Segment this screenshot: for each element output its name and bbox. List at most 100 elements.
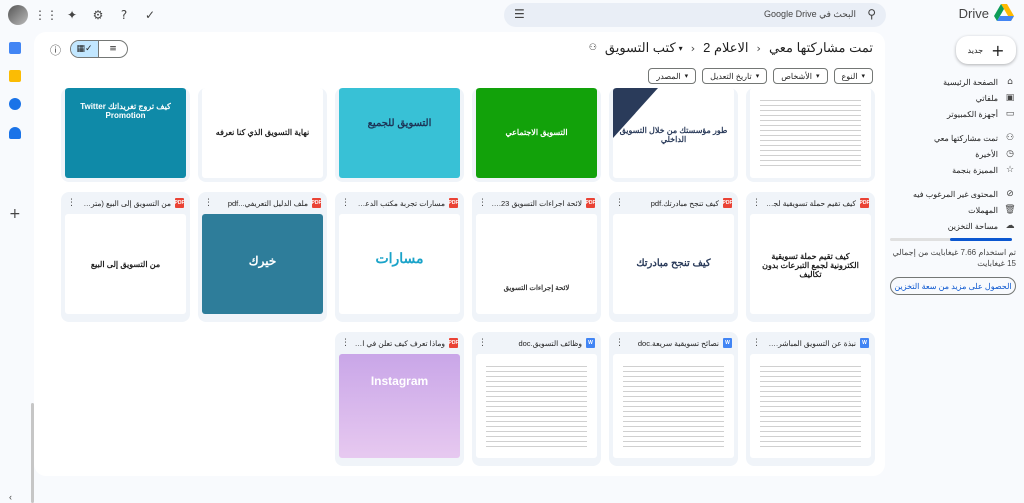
more-options-icon[interactable]: ⋮	[752, 338, 761, 348]
left-rail: + ‹	[0, 30, 34, 503]
filter-people[interactable]: الأشخاص ▾	[773, 68, 828, 84]
file-card[interactable]: W نصائح تسويقية سريعة.doc ⋮	[609, 332, 738, 466]
filter-people-label: الأشخاص	[781, 71, 812, 81]
file-card[interactable]: PDFلائحة اجراءات التسويق 23.pdf ⋮ لائحة إ…	[472, 192, 601, 322]
gear-icon[interactable]: ⚙	[90, 7, 106, 23]
file-card[interactable]: كيف تروج تغريداتك Twitter Promotion	[61, 88, 190, 182]
brand[interactable]: Drive	[959, 4, 1014, 22]
file-card[interactable]: PDF كيف تنجح مبادرتك.pdf ⋮ كيف تنجح مبادرت…	[609, 192, 738, 322]
file-title: وظائف التسويق.doc	[518, 338, 582, 348]
more-options-icon[interactable]: ⋮	[478, 338, 487, 348]
collapse-panel-icon[interactable]: ‹	[9, 492, 12, 502]
thumbnail-text: مسارات	[375, 250, 424, 266]
more-options-icon[interactable]: ⋮	[478, 198, 487, 208]
star-icon: ☆	[1005, 165, 1015, 175]
search-input[interactable]: البحث في Google Drive	[764, 9, 856, 20]
contacts-icon[interactable]	[9, 127, 21, 139]
sidebar-item-label: الصفحة الرئيسية	[943, 77, 998, 87]
more-options-icon[interactable]: ⋮	[752, 198, 761, 208]
file-thumbnail: Instagram	[339, 354, 460, 458]
avatar[interactable]	[8, 5, 28, 25]
file-title: كيف تنجح مبادرتك.pdf	[650, 198, 719, 208]
view-toggle[interactable]: ▦✓ ≡	[70, 40, 128, 58]
word-doc-icon: W	[723, 338, 732, 348]
document-lines	[486, 366, 587, 450]
breadcrumb-current[interactable]: كتب التسويق ▾	[605, 40, 683, 56]
tasks-icon[interactable]	[9, 98, 21, 110]
sidebar-item-my-drive[interactable]: ملفاتي ▣	[890, 90, 1016, 106]
brand-name: Drive	[958, 5, 989, 21]
more-options-icon[interactable]: ⋮	[67, 198, 76, 208]
file-title: ملف الدليل التعريفي...pdf	[227, 198, 308, 208]
keep-icon[interactable]	[9, 70, 21, 82]
sidebar-nav: الصفحة الرئيسية ⌂ ملفاتي ▣ أجهزة الكمبيوتر…	[890, 74, 1016, 295]
sidebar-item-recent[interactable]: الأخيرة ◷	[890, 146, 1016, 162]
more-options-icon[interactable]: ⋮	[341, 198, 350, 208]
gemini-icon[interactable]: ✦	[64, 7, 80, 23]
file-title: من التسويق إلى البيع (مترجم).pdf	[80, 198, 171, 208]
search-bar[interactable]: ☰ البحث في Google Drive ⚲	[504, 3, 886, 27]
sidebar-item-computers[interactable]: أجهزة الكمبيوتر ▭	[890, 106, 1016, 122]
cloud-icon: ☁	[1005, 221, 1015, 231]
storage-bar-fill	[949, 238, 1012, 241]
search-icon[interactable]: ⚲	[867, 7, 876, 21]
sidebar-item-home[interactable]: الصفحة الرئيسية ⌂	[890, 74, 1016, 90]
sidebar-item-label: تمت مشاركتها معي	[933, 133, 998, 143]
new-button[interactable]: + جديد	[956, 36, 1016, 64]
file-card[interactable]: PDF كيف تقيم حملة تسويقية لجذب... ⋮ كيف تق…	[746, 192, 875, 322]
file-card[interactable]: PDFمن التسويق إلى البيع (مترجم).pdf ⋮ من …	[61, 192, 190, 322]
apps-grid-icon[interactable]: ⋮⋮	[34, 7, 58, 23]
caret-down-icon: ▾	[861, 73, 865, 80]
more-options-icon[interactable]: ⋮	[615, 198, 624, 208]
filter-source[interactable]: المصدر ▾	[648, 68, 697, 84]
file-title: نصائح تسويقية سريعة.doc	[637, 338, 719, 348]
file-card[interactable]: التسويق للجميع	[335, 88, 464, 182]
file-card[interactable]: PDF ملف الدليل التعريفي...pdf ⋮ خيرك	[198, 192, 327, 322]
file-card[interactable]: نهاية التسويق الذي كنا نعرفه	[198, 88, 327, 182]
file-card[interactable]: PDF مسارات تجربة مكتب الدعوة... ⋮ مسارات	[335, 192, 464, 322]
file-thumbnail: كيف تروج تغريداتك Twitter Promotion	[65, 88, 186, 178]
sidebar-item-shared[interactable]: تمت مشاركتها معي ⚇	[890, 130, 1016, 146]
file-card[interactable]: PDFوماذا تعرف كيف تعلن في الانستغرام ⋮ In…	[335, 332, 464, 466]
add-addon-icon[interactable]: +	[9, 206, 21, 222]
pdf-icon: PDF	[585, 198, 596, 208]
breadcrumb-item-folder[interactable]: الاعلام 2	[703, 40, 748, 56]
file-card[interactable]: W وظائف التسويق.doc ⋮	[472, 332, 601, 466]
spam-icon: ⊘	[1006, 189, 1014, 199]
list-view-icon[interactable]: ≡	[99, 41, 127, 57]
sidebar: + جديد الصفحة الرئيسية ⌂ ملفاتي ▣ أجهزة ال…	[888, 30, 1024, 483]
sidebar-item-starred[interactable]: المميزة بنجمة ☆	[890, 162, 1016, 178]
filter-type[interactable]: النوع ▾	[833, 68, 873, 84]
sidebar-item-spam[interactable]: المحتوى غير المرغوب فيه ⊘	[890, 186, 1016, 202]
filter-modified[interactable]: تاريخ التعديل ▾	[702, 68, 768, 84]
thumbnail-text: كيف تروج تغريداتك Twitter Promotion	[80, 102, 171, 120]
breadcrumb-item-shared[interactable]: تمت مشاركتها معي	[769, 40, 873, 56]
grid-view-icon[interactable]: ▦✓	[71, 41, 99, 57]
file-thumbnail: كيف تنجح مبادرتك	[613, 214, 734, 314]
file-thumbnail: من التسويق إلى البيع	[65, 214, 186, 314]
file-title: لائحة اجراءات التسويق 23.pdf	[491, 198, 582, 208]
sidebar-item-storage[interactable]: مساحة التخزين ☁	[890, 218, 1016, 234]
file-thumbnail: خيرك	[202, 214, 323, 314]
file-card[interactable]: التسويق الاجتماعي	[472, 88, 601, 182]
more-options-icon[interactable]: ⋮	[341, 338, 350, 348]
check-circle-icon[interactable]: ✓	[142, 7, 158, 23]
file-card[interactable]: طور مؤسستك من خلال التسويق الداخلي	[609, 88, 738, 182]
filter-chips: النوع ▾ الأشخاص ▾ تاريخ التعديل ▾ المصدر ▾	[648, 68, 873, 84]
help-icon[interactable]: ?	[116, 7, 132, 23]
trash-icon: 🗑	[1004, 205, 1016, 215]
file-card[interactable]	[746, 88, 875, 182]
caret-down-icon: ▾	[815, 73, 820, 80]
file-card[interactable]: W نبذة عن التسويق المباشر.doc ⋮	[746, 332, 875, 466]
more-options-icon[interactable]: ⋮	[615, 338, 624, 348]
sidebar-item-trash[interactable]: المهملات 🗑	[890, 202, 1016, 218]
file-thumbnail: مسارات	[339, 214, 460, 314]
sidebar-item-label: مساحة التخزين	[947, 221, 998, 231]
shared-folder-icon: ⚇	[588, 43, 597, 53]
get-more-storage-button[interactable]: الحصول على مزيد من سعة التخزين	[890, 277, 1016, 295]
search-options-icon[interactable]: ☰	[514, 7, 525, 21]
info-icon[interactable]: ⓘ	[50, 42, 61, 58]
calendar-icon[interactable]	[9, 42, 21, 54]
pdf-icon: PDF	[174, 198, 185, 208]
more-options-icon[interactable]: ⋮	[204, 198, 213, 208]
